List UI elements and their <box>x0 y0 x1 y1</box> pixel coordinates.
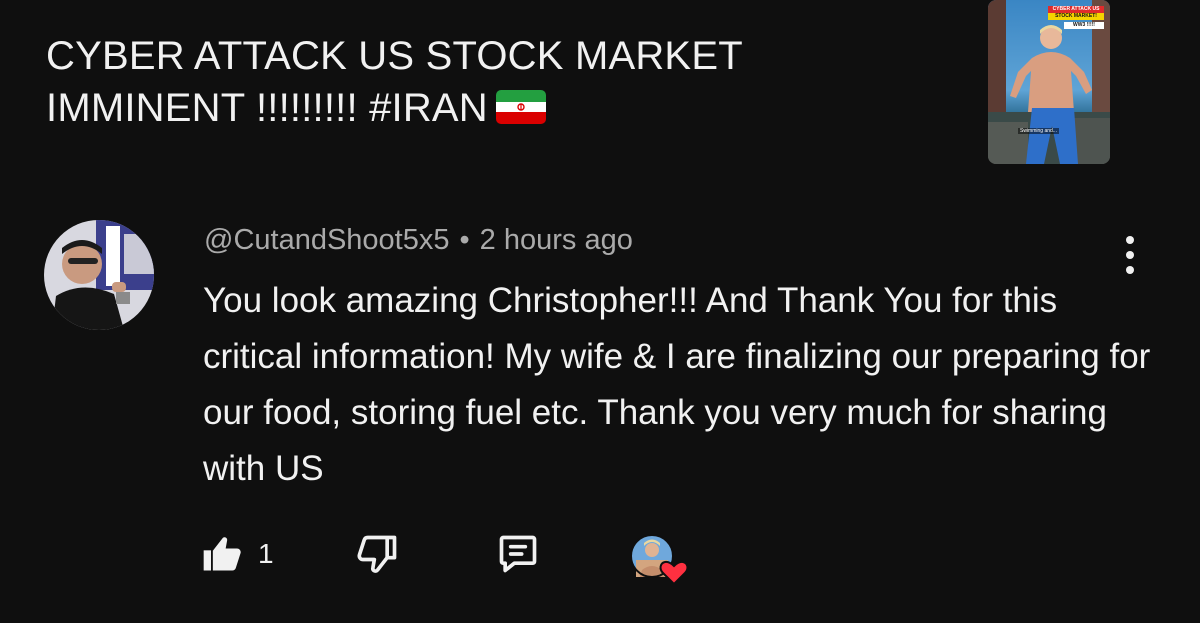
thumbs-up-icon <box>203 537 241 571</box>
like-count: 1 <box>258 538 274 569</box>
like-button[interactable]: 1 <box>200 532 274 576</box>
thumbs-down-icon <box>357 535 397 573</box>
video-title[interactable]: CYBER ATTACK US STOCK MARKET IMMINENT !!… <box>46 30 906 134</box>
more-dot <box>1126 251 1134 259</box>
comment-author[interactable]: @CutandShoot5x5 <box>204 224 450 256</box>
thumbnail-badge: CYBER ATTACK US STOCK MARKET! WW3 !!!!! <box>1048 6 1104 29</box>
comment-body: You look amazing Christopher!!! And Than… <box>203 281 1151 488</box>
creator-heart-icon <box>630 534 689 586</box>
thumbnail-badge-line3: WW3 !!!!! <box>1064 22 1104 29</box>
iran-flag-icon <box>495 90 546 125</box>
comment-timestamp[interactable]: 2 hours ago <box>480 224 633 256</box>
comment-actions: 1 <box>200 532 720 586</box>
thumbnail-caption: Swimming and... <box>1018 128 1059 134</box>
commenter-avatar[interactable] <box>44 220 154 330</box>
reply-comment-icon <box>499 535 537 573</box>
commenter-avatar-image <box>44 220 154 330</box>
more-dot <box>1126 236 1134 244</box>
video-thumbnail[interactable]: CYBER ATTACK US STOCK MARKET! WW3 !!!!! … <box>988 0 1110 164</box>
video-title-text: CYBER ATTACK US STOCK MARKET IMMINENT !!… <box>46 34 743 130</box>
comment-header: @CutandShoot5x5 • 2 hours ago <box>204 224 633 257</box>
reply-button[interactable] <box>496 532 540 576</box>
meta-separator: • <box>459 224 470 256</box>
dislike-button[interactable] <box>356 532 400 576</box>
creator-heart[interactable] <box>630 532 690 586</box>
more-vert-icon[interactable] <box>1118 236 1142 274</box>
thumbnail-badge-line2: STOCK MARKET! <box>1048 13 1104 20</box>
thumbnail-badge-line1: CYBER ATTACK US <box>1048 6 1104 13</box>
